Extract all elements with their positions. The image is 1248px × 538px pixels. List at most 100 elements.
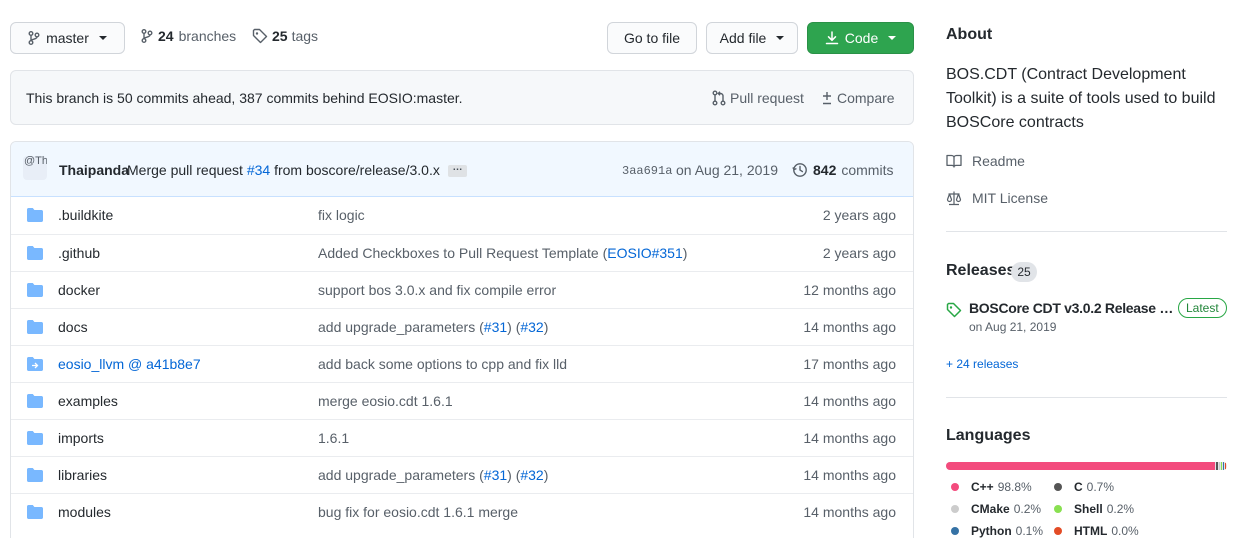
language-color-dot [951,483,959,491]
language-percent: 0.2% [1013,502,1042,516]
branches-link[interactable]: 24 branches [141,28,236,44]
file-commit-message[interactable]: bug fix for eosio.cdt 1.6.1 merge [318,504,518,520]
file-row[interactable]: docs add upgrade_parameters (#31) (#32) 14… [11,308,913,345]
branch-select-button[interactable]: master [10,22,125,54]
commits-history-link[interactable]: 842 commits [792,162,893,178]
file-name-link[interactable]: modules [58,504,111,520]
tags-label: tags [291,28,319,44]
commit-message-text: 1.6.1 [318,430,350,446]
folder-icon [27,431,43,445]
folder-icon [27,320,43,334]
folder-icon [27,505,43,519]
language-item[interactable]: HTML 0.0% [1054,524,1139,538]
tag-icon [946,302,962,318]
folder-icon [27,283,43,297]
file-commit-message[interactable]: fix logic [318,207,365,223]
issue-link[interactable]: EOSIO#351 [607,245,683,261]
language-color-dot [951,505,959,513]
branch-icon [28,31,40,45]
add-file-label: Add file [719,30,767,46]
commit-message-text: fix logic [318,207,365,223]
issue-link[interactable]: #31 [484,319,507,335]
file-name-link[interactable]: eosio_llvm @ a41b8e7 [58,356,201,372]
file-name-link[interactable]: libraries [58,467,107,483]
commit-expand-button[interactable]: … [448,163,467,177]
language-item[interactable]: Shell 0.2% [1054,502,1134,516]
tags-link[interactable]: 25 tags [252,28,318,44]
file-row[interactable]: eosio_llvm @ a41b8e7 add back some option… [11,345,913,382]
pull-request-label: Pull request [730,90,804,106]
file-commit-message[interactable]: Added Checkboxes to Pull Request Templat… [318,245,687,261]
language-color-dot [1054,483,1062,491]
language-bar [946,462,1227,470]
code-label: Code [844,30,879,46]
language-item[interactable]: C++ 98.8% [951,480,1032,494]
add-file-button[interactable]: Add file [706,22,798,54]
file-name-link[interactable]: examples [58,393,118,409]
releases-heading[interactable]: Releases [946,262,1015,280]
file-row[interactable]: imports 1.6.1 14 months ago [11,419,913,456]
language-percent: 0.1% [1015,524,1044,538]
file-commit-age: 17 months ago [803,356,896,372]
more-releases-link[interactable]: + 24 releases [946,357,1018,371]
issue-link[interactable]: #32 [520,467,543,483]
file-name-link[interactable]: .buildkite [58,207,113,223]
language-item[interactable]: C 0.7% [1054,480,1114,494]
language-bar-segment [1223,462,1225,470]
file-name-link[interactable]: .github [58,245,100,261]
history-icon [792,162,808,178]
branch-icon [141,29,153,43]
issue-link[interactable]: #31 [484,467,507,483]
language-color-dot [1054,505,1062,513]
readme-link[interactable]: Readme [946,153,1025,169]
chevron-down-icon [776,36,785,40]
file-row[interactable]: .buildkite fix logic 2 years ago [11,197,913,234]
file-row[interactable]: examples merge eosio.cdt 1.6.1 14 months a… [11,382,913,419]
file-name-link[interactable]: docs [58,319,88,335]
language-bar-segment [1219,462,1221,470]
file-commit-age: 14 months ago [803,319,896,335]
go-to-file-button[interactable]: Go to file [607,22,697,54]
law-icon [946,190,962,206]
file-name-link[interactable]: docker [58,282,100,298]
file-commit-message[interactable]: add upgrade_parameters (#31) (#32) [318,467,548,483]
language-name: C++ [971,480,994,494]
pull-request-link[interactable]: Pull request [712,90,804,106]
license-link[interactable]: MIT License [946,190,1048,206]
code-button[interactable]: Code [807,22,914,54]
file-name-link[interactable]: imports [58,430,104,446]
branches-count: 24 [158,28,174,44]
commit-message-text: ) [543,467,549,483]
latest-badge: Latest [1178,298,1227,318]
language-item[interactable]: CMake 0.2% [951,502,1041,516]
commit-message-text: add upgrade_parameters ( [318,467,484,483]
file-commit-message[interactable]: merge eosio.cdt 1.6.1 [318,393,453,409]
commit-message-text: ) [543,319,549,335]
latest-release-date: on Aug 21, 2019 [969,320,1057,334]
commit-sha[interactable]: 3aa691a [622,164,672,178]
about-heading: About [946,26,993,43]
compare-link[interactable]: Compare [821,90,895,106]
language-item[interactable]: Python 0.1% [951,524,1043,538]
file-row[interactable]: libraries add upgrade_parameters (#31) (#… [11,456,913,493]
file-row[interactable]: docker support bos 3.0.x and fix compile … [11,271,913,308]
commit-pr-link[interactable]: #34 [247,162,270,178]
branch-status-box: This branch is 50 commits ahead, 387 com… [10,70,914,125]
commits-label: commits [841,162,894,178]
file-commit-message[interactable]: add back some options to cpp and fix lld [318,356,567,372]
languages-heading: Languages [946,427,1031,444]
file-row[interactable]: .github Added Checkboxes to Pull Request … [11,234,913,271]
language-bar-segment [946,462,1216,470]
file-commit-message[interactable]: 1.6.1 [318,430,349,446]
book-icon [946,154,962,168]
issue-link[interactable]: #32 [520,319,543,335]
commit-message-text: ) ( [507,319,521,335]
file-commit-message[interactable]: add upgrade_parameters (#31) (#32) [318,319,548,335]
commit-author[interactable]: Thaipanda [59,162,129,178]
avatar[interactable]: @Thai [23,156,47,180]
file-commit-message[interactable]: support bos 3.0.x and fix compile error [318,282,556,298]
file-row[interactable]: modules bug fix for eosio.cdt 1.6.1 merge… [11,493,913,530]
chevron-down-icon [98,36,107,40]
latest-release-link[interactable]: BOSCore CDT v3.0.2 Release Notes [969,300,1174,316]
commit-message[interactable]: Merge pull request #34 from boscore/rele… [127,162,440,178]
